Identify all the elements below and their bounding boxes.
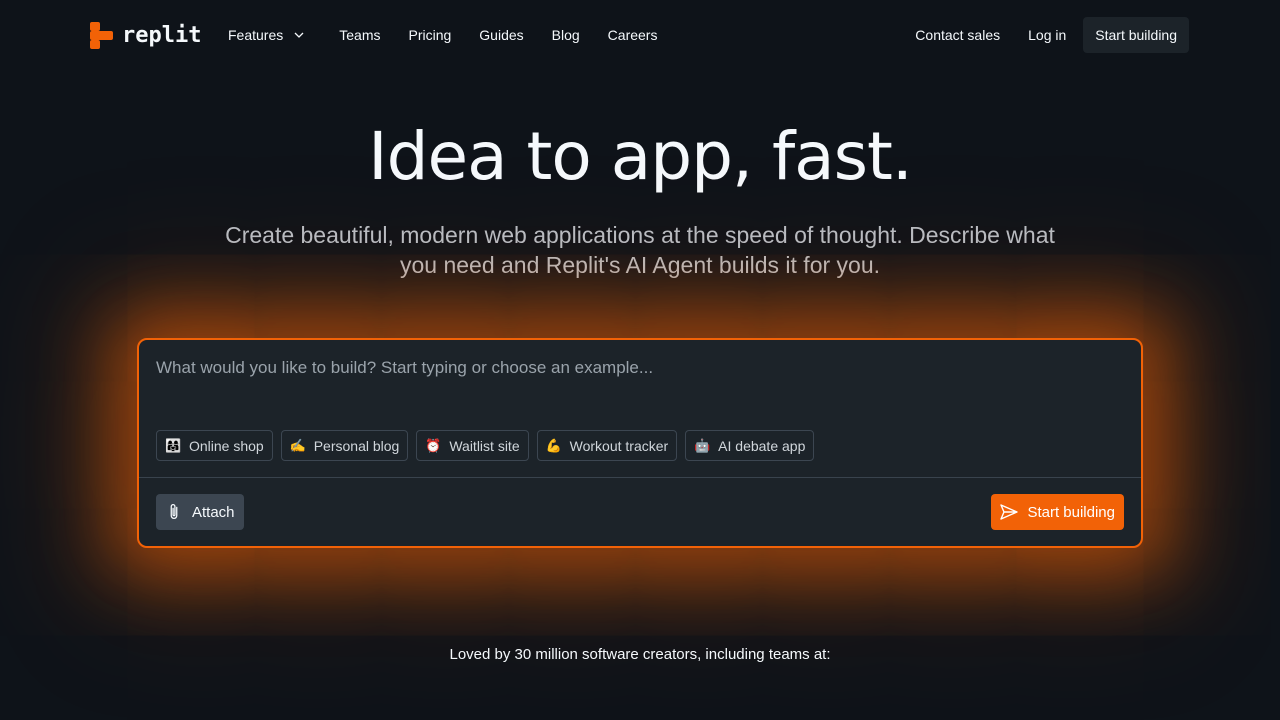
nav-teams[interactable]: Teams	[339, 24, 380, 46]
example-chip-online-shop[interactable]: 👩‍👩‍👧 Online shop	[156, 430, 273, 461]
prompt-box: What would you like to build? Start typi…	[137, 338, 1143, 548]
example-chip-label: Waitlist site	[449, 437, 520, 454]
example-chips: 👩‍👩‍👧 Online shop ✍️ Personal blog ⏰ Wai…	[156, 430, 815, 461]
writing-hand-icon: ✍️	[289, 437, 306, 453]
nav-guides[interactable]: Guides	[479, 24, 523, 46]
page: replit Features Teams Pricing Guides Blo…	[0, 0, 1280, 720]
start-building-label: Start building	[1027, 503, 1115, 521]
example-chip-workout-tracker[interactable]: 💪 Workout tracker	[536, 430, 678, 461]
example-chip-ai-debate-app[interactable]: 🤖 AI debate app	[685, 430, 815, 461]
hero-title: Idea to app, fast.	[368, 118, 913, 195]
logo-wordmark: replit	[122, 22, 202, 48]
attach-label: Attach	[192, 503, 235, 521]
shopping-people-icon: 👩‍👩‍👧	[165, 437, 182, 453]
social-proof-text: Loved by 30 million software creators, i…	[449, 646, 831, 663]
example-chip-waitlist-site[interactable]: ⏰ Waitlist site	[416, 430, 529, 461]
paperclip-icon	[170, 504, 178, 519]
example-chip-label: Online shop	[189, 437, 264, 454]
example-chip-personal-blog[interactable]: ✍️ Personal blog	[280, 430, 409, 461]
flexed-bicep-icon: 💪	[545, 437, 562, 453]
login-link[interactable]: Log in	[1028, 24, 1066, 46]
example-chip-label: Workout tracker	[569, 437, 669, 454]
send-icon	[1000, 504, 1019, 520]
nav-links: Features Teams Pricing Guides Blog Caree…	[228, 24, 685, 46]
hero-subtitle: Create beautiful, modern web application…	[225, 222, 1055, 278]
prompt-input[interactable]: What would you like to build? Start typi…	[156, 358, 1116, 382]
nav-actions: Contact sales Log in Start building	[915, 17, 1189, 53]
prompt-divider	[139, 477, 1141, 478]
robot-icon: 🤖	[694, 437, 711, 453]
top-nav: replit Features Teams Pricing Guides Blo…	[0, 0, 1280, 70]
nav-pricing[interactable]: Pricing	[408, 24, 451, 46]
nav-features-label: Features	[228, 27, 284, 43]
chevron-down-icon	[294, 32, 304, 38]
start-building-button[interactable]: Start building	[991, 494, 1124, 530]
contact-sales-link[interactable]: Contact sales	[915, 24, 1000, 46]
nav-blog[interactable]: Blog	[552, 24, 580, 46]
nav-features[interactable]: Features	[228, 24, 305, 46]
example-chip-label: AI debate app	[718, 437, 806, 454]
alarm-clock-icon: ⏰	[425, 437, 442, 453]
nav-careers[interactable]: Careers	[608, 24, 658, 46]
example-chip-label: Personal blog	[313, 437, 400, 454]
replit-logo[interactable]: replit	[90, 21, 201, 49]
replit-logo-icon	[90, 21, 113, 49]
attach-button[interactable]: Attach	[156, 494, 244, 530]
start-building-nav-button[interactable]: Start building	[1083, 17, 1189, 53]
